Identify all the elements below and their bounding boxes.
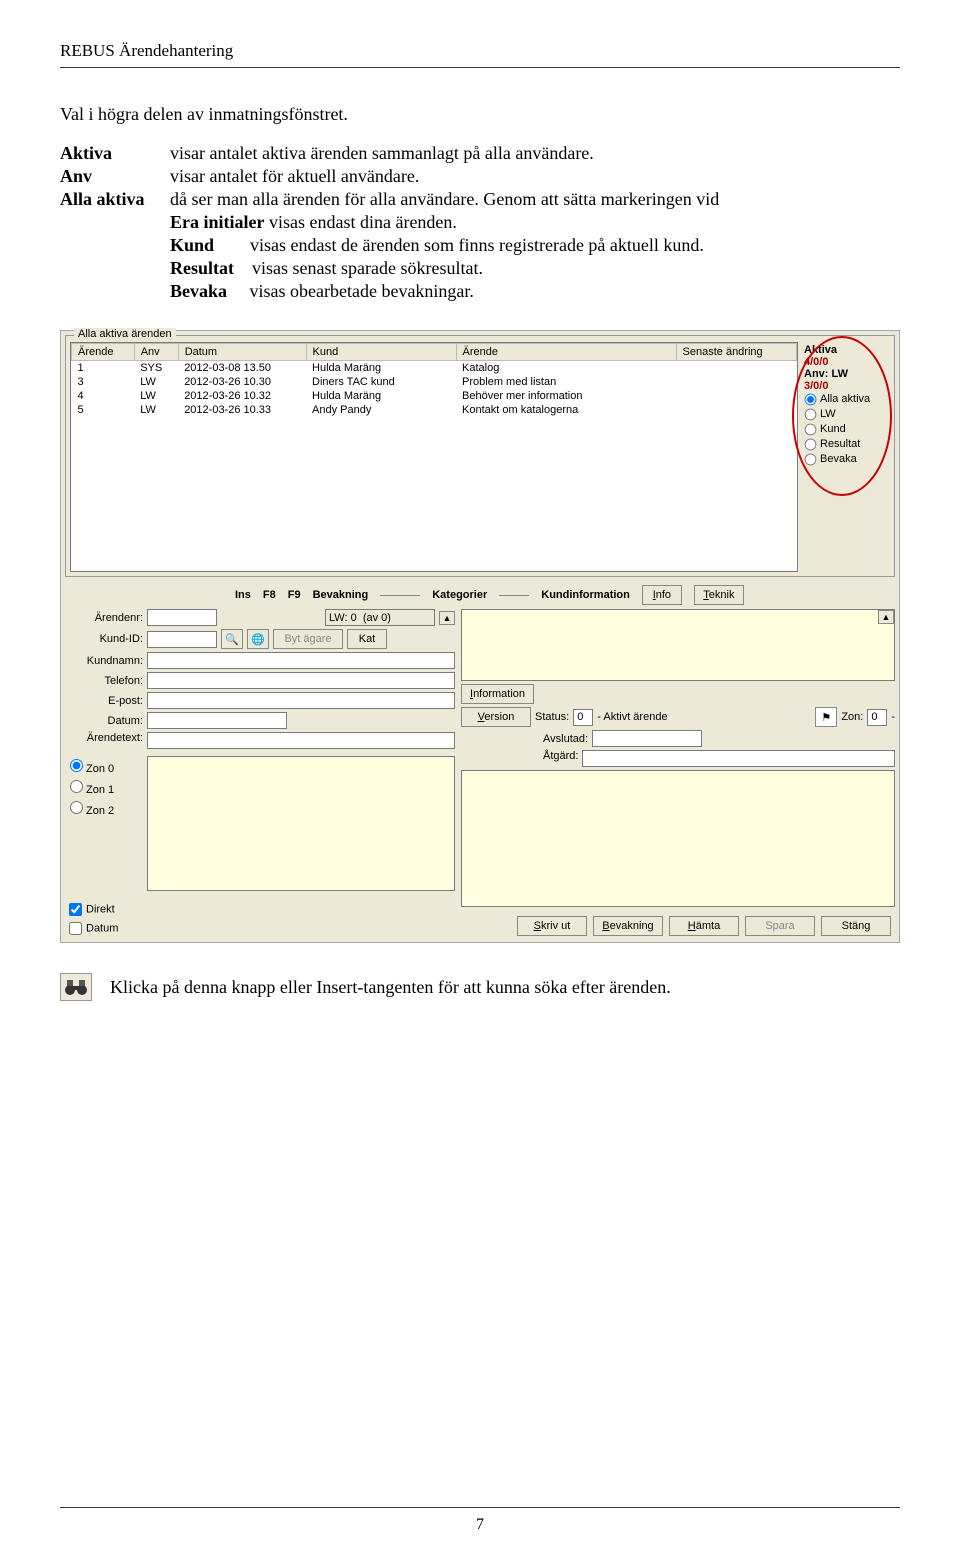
label-kundid: Kund-ID: bbox=[65, 633, 143, 645]
tb-f8: F8 bbox=[263, 589, 276, 601]
zone-radios: Zon 0 Zon 1 Zon 2 bbox=[65, 756, 143, 819]
radio-zon2[interactable]: Zon 2 bbox=[65, 798, 143, 819]
groupbox-legend: Alla aktiva ärenden bbox=[74, 328, 176, 340]
radio-resultat[interactable]: Resultat bbox=[804, 437, 888, 452]
kundnamn-input[interactable] bbox=[147, 652, 455, 669]
label-epost: E-post: bbox=[65, 695, 143, 707]
col-kund[interactable]: Kund bbox=[306, 344, 456, 361]
desc-resultat: Resultat visas senast sparade sökresulta… bbox=[170, 258, 900, 279]
arendenr-input[interactable] bbox=[147, 609, 217, 626]
tb-kategorier: Kategorier bbox=[432, 589, 487, 601]
desc-anv: visar antalet för aktuell användare. bbox=[170, 166, 900, 187]
arendetext-input[interactable] bbox=[147, 732, 455, 749]
hamta-button[interactable]: Hämta bbox=[669, 916, 739, 936]
atgard-textarea[interactable] bbox=[461, 770, 895, 907]
status-text: - Aktivt ärende bbox=[597, 711, 667, 723]
desc-allaaktiva: då ser man alla ärenden för alla använda… bbox=[170, 189, 900, 210]
label-telefon: Telefon: bbox=[65, 675, 143, 687]
col-arendetxt[interactable]: Ärende bbox=[456, 344, 676, 361]
tb-ins: Ins bbox=[235, 589, 251, 601]
label-arendetext: Ärendetext: bbox=[65, 732, 143, 744]
table-row[interactable]: 5 LW 2012-03-26 10.33 Andy Pandy Kontakt… bbox=[72, 403, 797, 417]
avslutad-input[interactable] bbox=[592, 730, 702, 747]
label-kundnamn: Kundnamn: bbox=[65, 655, 143, 667]
col-senaste[interactable]: Senaste ändring bbox=[676, 344, 796, 361]
spara-button[interactable]: Spara bbox=[745, 916, 815, 936]
bevakning-button[interactable]: Bevakning bbox=[593, 916, 663, 936]
page-number: 7 bbox=[476, 1516, 484, 1533]
label-zon: Zon: bbox=[841, 711, 863, 723]
app-window: Alla aktiva ärenden Ärende Anv Datum Kun… bbox=[60, 330, 900, 943]
tb-bevakning: Bevakning bbox=[313, 589, 369, 601]
kundid-input[interactable] bbox=[147, 631, 217, 648]
flag-icon[interactable]: ⚑ bbox=[815, 707, 837, 727]
desc-era: Era initialer visas endast dina ärenden. bbox=[170, 212, 900, 233]
lw-count-field bbox=[325, 609, 435, 626]
filter-aktiva-value: 4/0/0 bbox=[804, 356, 888, 368]
information-button[interactable]: Information bbox=[461, 684, 534, 704]
desc-bevaka: Bevaka visas obearbetade bevakningar. bbox=[170, 281, 900, 302]
tb-kundinformation: Kundinformation bbox=[541, 589, 630, 601]
status-input[interactable] bbox=[573, 709, 593, 726]
col-anv[interactable]: Anv bbox=[134, 344, 178, 361]
arendetext-textarea[interactable] bbox=[147, 756, 455, 891]
intro-text: Val i högra delen av inmatningsfönstret. bbox=[60, 104, 900, 125]
label-atgard: Åtgärd: bbox=[543, 750, 578, 762]
col-arende[interactable]: Ärende bbox=[72, 344, 135, 361]
label-datum: Datum: bbox=[65, 715, 143, 727]
kategorier-box[interactable]: ▲ bbox=[461, 609, 895, 681]
desc-kund: Kund visas endast de ärenden som finns r… bbox=[170, 235, 900, 256]
doc-header: REBUS Ärendehantering bbox=[60, 41, 233, 60]
filter-anv-value: 3/0/0 bbox=[804, 380, 888, 392]
atgard-input[interactable] bbox=[582, 750, 895, 767]
kat-button[interactable]: Kat bbox=[347, 629, 387, 649]
term-anv: Anv bbox=[60, 166, 170, 187]
epost-input[interactable] bbox=[147, 692, 455, 709]
check-direkt[interactable]: Direkt bbox=[65, 900, 455, 919]
binoc-text: Klicka på denna knapp eller Insert-tange… bbox=[110, 977, 671, 998]
term-aktiva: Aktiva bbox=[60, 143, 170, 164]
filter-anv-label: Anv: LW bbox=[804, 368, 888, 380]
datum-input[interactable] bbox=[147, 712, 287, 729]
label-arendenr: Ärendenr: bbox=[65, 612, 143, 624]
table-row[interactable]: 1 SYS 2012-03-08 13.50 Hulda Maräng Kata… bbox=[72, 361, 797, 376]
definitions-list: Aktiva visar antalet aktiva ärenden samm… bbox=[60, 143, 900, 302]
radio-zon1[interactable]: Zon 1 bbox=[65, 777, 143, 798]
binoculars-icon bbox=[60, 973, 92, 1001]
label-status: Status: bbox=[535, 711, 569, 723]
filter-aktiva-label: Aktiva bbox=[804, 344, 888, 356]
bytagare-button[interactable]: Byt ägare bbox=[273, 629, 343, 649]
table-row[interactable]: 4 LW 2012-03-26 10.32 Hulda Maräng Behöv… bbox=[72, 389, 797, 403]
search-icon-button[interactable]: 🔍 bbox=[221, 629, 243, 649]
scroll-up-icon[interactable]: ▲ bbox=[878, 610, 894, 624]
stang-button[interactable]: Stäng bbox=[821, 916, 891, 936]
radio-lw[interactable]: LW bbox=[804, 407, 888, 422]
globe-icon-button[interactable]: 🌐 bbox=[247, 629, 269, 649]
radio-zon0[interactable]: Zon 0 bbox=[65, 756, 143, 777]
radio-kund[interactable]: Kund bbox=[804, 422, 888, 437]
filter-panel: Aktiva 4/0/0 Anv: LW 3/0/0 Alla aktiva L… bbox=[802, 342, 890, 572]
label-avslutad: Avslutad: bbox=[543, 733, 588, 745]
zon-input[interactable] bbox=[867, 709, 887, 726]
radio-bevaka[interactable]: Bevaka bbox=[804, 452, 888, 467]
table-row[interactable]: 3 LW 2012-03-26 10.30 Diners TAC kund Pr… bbox=[72, 375, 797, 389]
info-button[interactable]: Info bbox=[642, 585, 682, 605]
skrivut-button[interactable]: Skriv ut bbox=[517, 916, 587, 936]
telefon-input[interactable] bbox=[147, 672, 455, 689]
term-allaaktiva: Alla aktiva bbox=[60, 189, 170, 210]
teknik-button[interactable]: Teknik bbox=[694, 585, 744, 605]
scroll-up-icon[interactable]: ▲ bbox=[439, 611, 455, 625]
check-datum[interactable]: Datum bbox=[65, 919, 455, 938]
errand-list[interactable]: Ärende Anv Datum Kund Ärende Senaste änd… bbox=[70, 342, 798, 572]
col-datum[interactable]: Datum bbox=[178, 344, 306, 361]
version-button[interactable]: Version bbox=[461, 707, 531, 727]
radio-allaaktiva[interactable]: Alla aktiva bbox=[804, 392, 888, 407]
toolbar: Ins F8 F9 Bevakning Kategorier Kundinfor… bbox=[65, 583, 895, 609]
tb-f9: F9 bbox=[288, 589, 301, 601]
desc-aktiva: visar antalet aktiva ärenden sammanlagt … bbox=[170, 143, 900, 164]
